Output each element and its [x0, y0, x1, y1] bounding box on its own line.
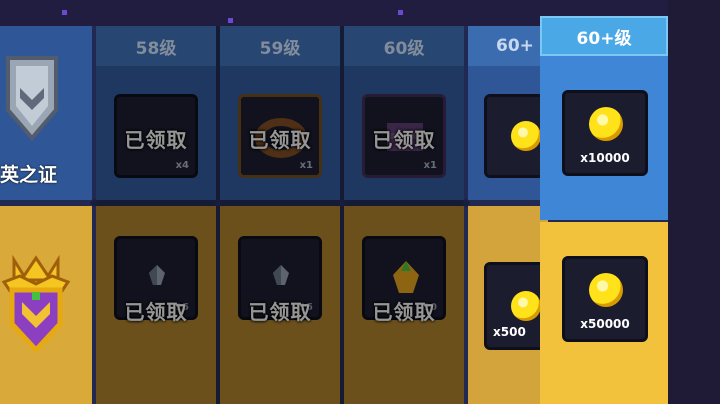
free-track-label-cell: 英之证 — [0, 26, 92, 200]
reward-slot[interactable]: x50000 — [562, 256, 648, 342]
sparkle — [398, 10, 403, 15]
column-60plus-free: 60+ — [468, 26, 554, 200]
gold-coin-icon — [511, 121, 541, 151]
sparkle — [62, 10, 67, 15]
right-edge-background — [668, 0, 720, 404]
reward-quantity: x10000 — [580, 151, 630, 165]
highlighted-premium-cell: x50000 — [540, 222, 668, 404]
free-track-label: 英之证 — [0, 164, 58, 186]
silver-rank-badge-icon — [6, 56, 58, 142]
reward-quantity: x500 — [493, 325, 526, 339]
reward-quantity: x50000 — [580, 317, 630, 331]
highlighted-level-header: 60+级 — [540, 16, 668, 56]
claimed-overlay — [96, 26, 464, 404]
column-60plus-premium: x500 — [468, 206, 554, 404]
gold-coin-icon — [589, 273, 623, 307]
gold-coin-icon — [511, 291, 541, 321]
sparkle — [228, 18, 233, 23]
highlighted-free-cell: x10000 — [540, 56, 668, 220]
gold-coin-icon — [589, 107, 623, 141]
highlighted-reward-column[interactable]: 60+级 x10000 x50000 — [540, 16, 668, 404]
premium-track-label-cell — [0, 206, 92, 404]
gold-crowned-shield-icon — [1, 254, 71, 354]
reward-slot[interactable]: x10000 — [562, 90, 648, 176]
level-header-60plus: 60+ — [468, 26, 548, 66]
